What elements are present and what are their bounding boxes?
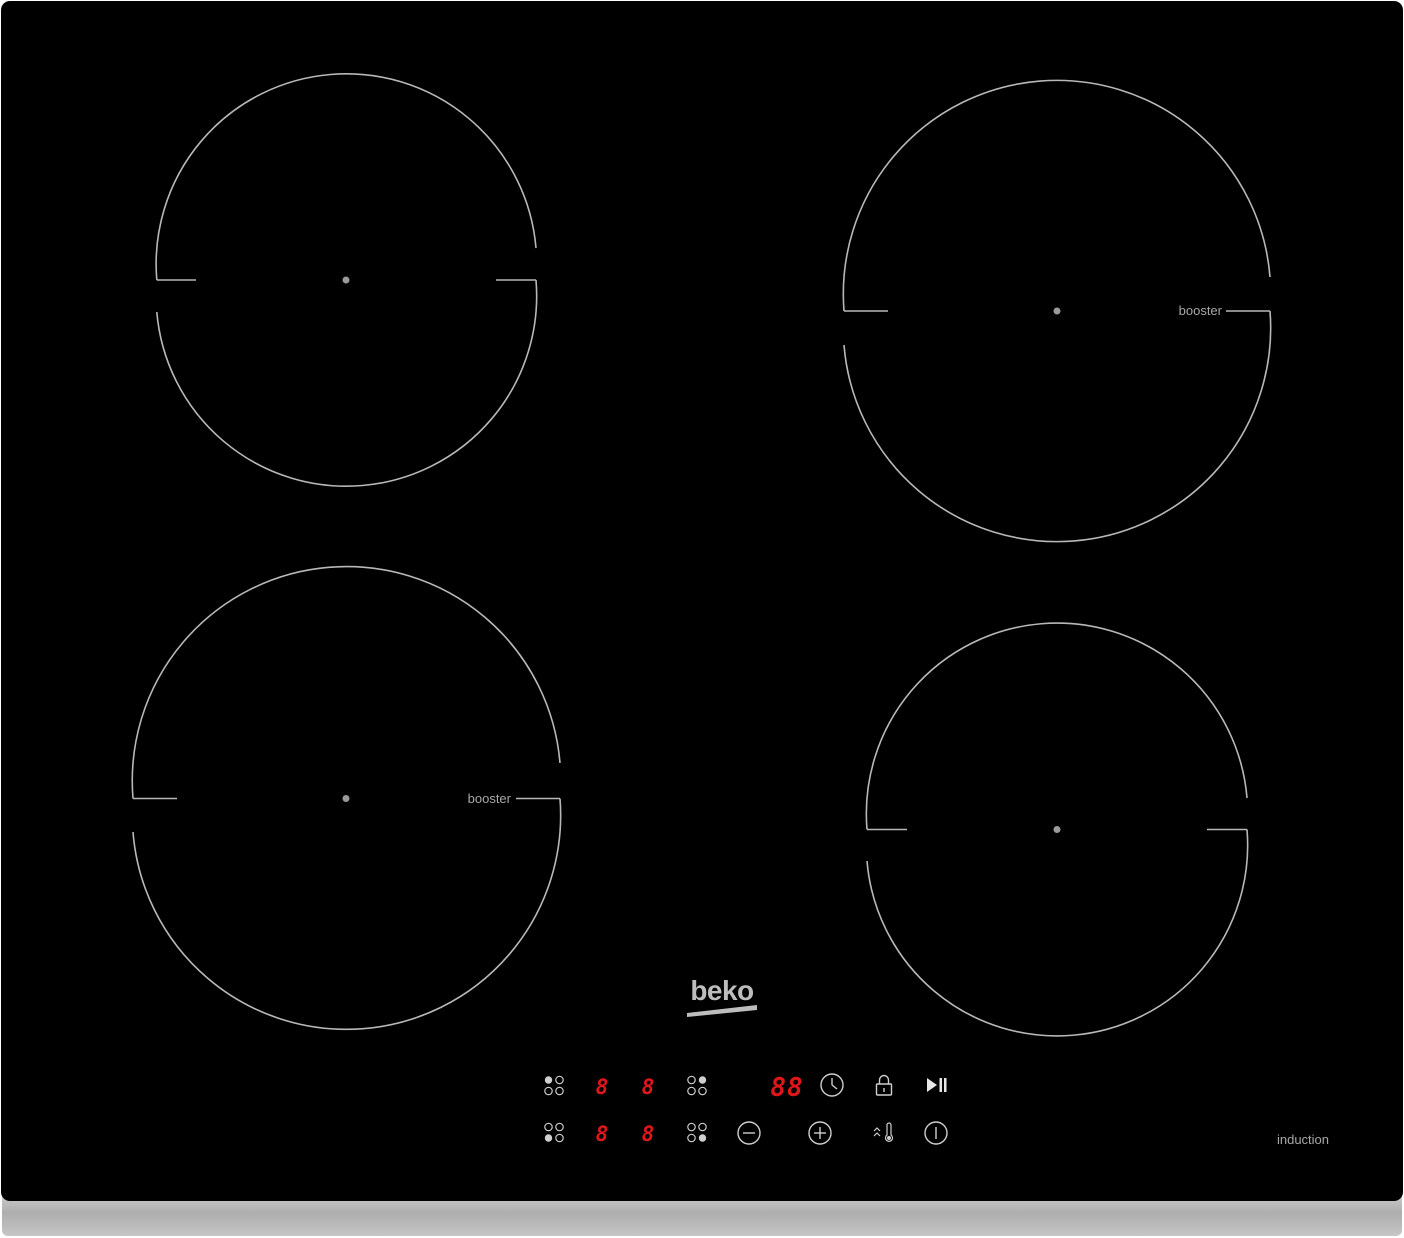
power-level-front-right: 8: [642, 1122, 655, 1146]
booster-label-front-left: booster: [468, 791, 512, 806]
zone-center-dot: [1053, 307, 1061, 315]
zone-selector-front-left-icon: [544, 1134, 553, 1142]
timer-display: 88: [770, 1073, 803, 1103]
zone-center-dot: [342, 795, 350, 802]
brand-wordmark: beko: [690, 975, 754, 1006]
booster-label-rear-right: booster: [1179, 303, 1223, 318]
ceramic-glass-surface: [1, 1, 1403, 1201]
zone-center-dot: [1053, 826, 1061, 833]
zone-selector-rear-right-icon: [698, 1076, 707, 1084]
zone-center-dot: [342, 276, 350, 284]
induction-label: induction: [1277, 1132, 1329, 1147]
induction-hob: booster booster beko 8 8 88 8 8 inductio…: [1, 1, 1403, 1236]
power-level-front-left: 8: [596, 1122, 609, 1146]
zone-selector-front-right-icon: [698, 1134, 707, 1142]
zone-selector-rear-left-icon: [544, 1076, 553, 1084]
power-level-rear-right: 8: [642, 1075, 655, 1099]
power-level-rear-left: 8: [596, 1075, 609, 1099]
